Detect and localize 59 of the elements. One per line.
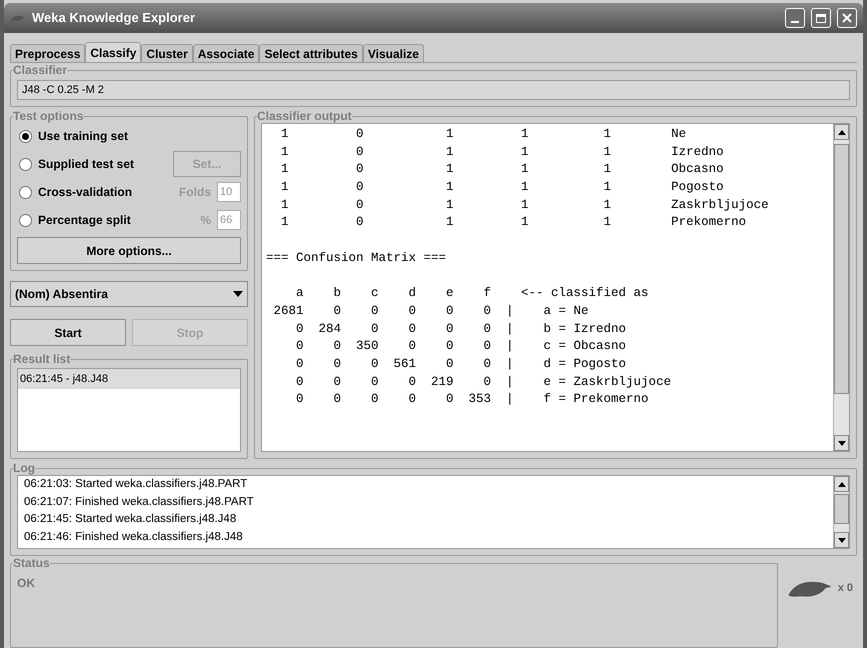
tab[interactable]: Associate: [192, 44, 260, 62]
scroll-thumb[interactable]: [834, 144, 849, 394]
more-options-button[interactable]: More options...: [17, 237, 241, 264]
log-line: 06:21:07: Finished weka.classifiers.j48.PART: [24, 494, 255, 510]
output-line: 1 0 1 1 1 Zaskrbljujoce: [280, 196, 770, 214]
option-label: Supplied test set: [38, 156, 136, 173]
scroll-up-icon: [838, 130, 846, 134]
log-line: 06:21:46: Finished weka.classifiers.j48.J48: [24, 530, 244, 544]
classifier-field[interactable]: J48 -C 0.25 -M 2: [17, 80, 850, 100]
bird-icon: [10, 13, 26, 23]
log-line: 06:21:03: Started weka.classifiers.j48.PART: [24, 477, 248, 492]
output-line: === Confusion Matrix ===: [266, 250, 448, 267]
tab[interactable]: Cluster: [141, 44, 193, 62]
group-label: Test options: [13, 109, 84, 123]
output-line: 0 0 350 0 0 0 | c = Obcasno: [295, 338, 628, 356]
close-icon: [842, 13, 852, 23]
scrollbar[interactable]: [833, 476, 849, 548]
output-line: 1 0 1 1 1 Pogosto: [280, 179, 725, 196]
output-line: 0 0 0 0 219 0 | e = Zaskrbljujoce: [295, 374, 672, 391]
output-line: 1 0 1 1 1 Ne: [280, 126, 688, 143]
tab[interactable]: Preprocess: [10, 44, 86, 62]
status-text: OK: [17, 575, 36, 592]
tab[interactable]: Classify: [85, 42, 142, 62]
window-title: Weka Knowledge Explorer: [32, 9, 196, 28]
result-item[interactable]: 06:21:45 - j48.J48: [18, 369, 240, 389]
field-label: %: [200, 212, 211, 229]
dropdown-arrow-icon: [233, 291, 243, 297]
tab[interactable]: Select attributes: [259, 44, 363, 62]
group-label: Status: [13, 556, 50, 570]
option-label: Cross-validation: [38, 184, 134, 201]
output-line: a b c d e f <-- classified as: [295, 285, 650, 302]
group-label: Log: [13, 461, 35, 475]
action-button[interactable]: Start: [10, 319, 126, 346]
output-line: 0 0 0 0 0 353 | f = Prekomerno: [295, 391, 650, 408]
maximize-button[interactable]: [811, 8, 831, 28]
scroll-up-icon: [838, 482, 846, 486]
group-label: Classifier output: [257, 109, 352, 123]
dropdown-value: (Nom) Absentira: [15, 286, 109, 303]
option-label: Use training set: [38, 128, 130, 145]
radio-button[interactable]: [19, 130, 32, 142]
output-line: 2681 0 0 0 0 0 | a = Ne: [272, 302, 590, 320]
class-dropdown[interactable]: (Nom) Absentira: [10, 281, 248, 307]
log-line: 06:21:45: Started weka.classifiers.j48.J48: [24, 512, 238, 527]
tab[interactable]: Visualize: [362, 44, 424, 62]
group-label: Result list: [13, 352, 70, 366]
group-label: Classifier: [13, 63, 68, 77]
output-line: 0 0 0 561 0 0 | d = Pogosto: [295, 356, 628, 373]
minimize-button[interactable]: [785, 8, 805, 28]
scroll-down-icon: [838, 440, 846, 446]
output-line: 0 284 0 0 0 0 | b = Izredno: [295, 320, 628, 338]
output-line: 1 0 1 1 1 Obcasno: [280, 161, 725, 178]
scroll-down-icon: [838, 538, 846, 542]
worker-count: x 0: [838, 580, 853, 596]
close-button[interactable]: [837, 8, 857, 28]
scroll-thumb[interactable]: [834, 494, 849, 524]
scrollbar[interactable]: [833, 124, 849, 451]
output-line: 1 0 1 1 1 Prekomerno: [280, 214, 748, 232]
output-line: 1 0 1 1 1 Izredno: [280, 144, 725, 161]
option-label: Percentage split: [38, 212, 132, 229]
